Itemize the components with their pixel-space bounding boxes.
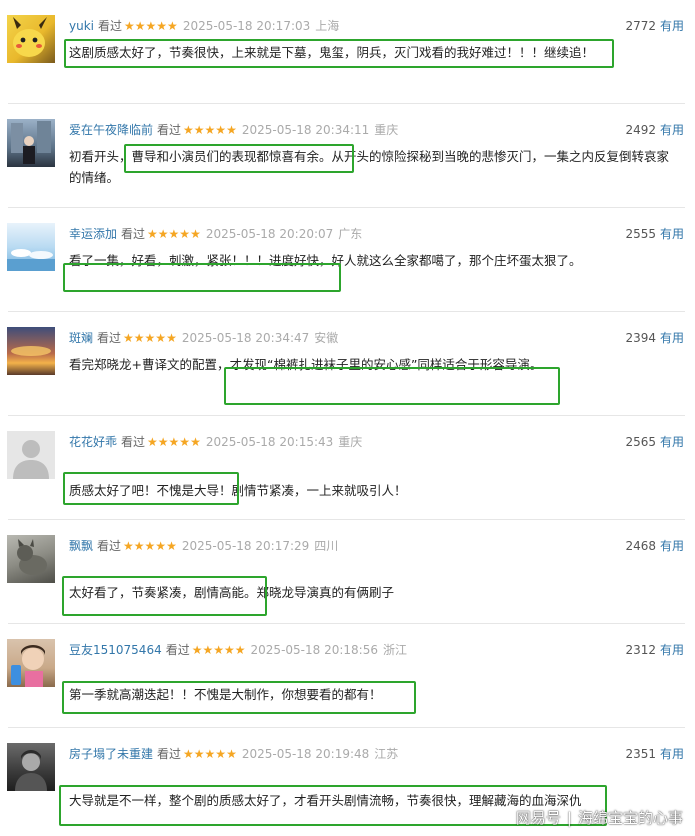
username-link[interactable]: 房子塌了未重建 [69, 747, 153, 761]
username-link[interactable]: 花花好乖 [69, 435, 117, 449]
comment-time: 2025-05-18 20:34:11 [241, 123, 370, 137]
avatar[interactable] [7, 15, 55, 63]
rating-stars: ★★★★★ [123, 331, 177, 345]
comment-time: 2025-05-18 20:20:07 [205, 227, 334, 241]
comment-item: 爱在午夜降临前 看过 ★★★★★ 2025-05-18 20:34:11 重庆 2492… [0, 104, 695, 208]
avatar[interactable] [7, 119, 55, 167]
vote-count: 2394 [625, 331, 656, 345]
watched-status: 看过 [157, 123, 182, 137]
watched-status: 看过 [97, 331, 122, 345]
watched-status: 看过 [97, 539, 122, 553]
avatar[interactable] [7, 743, 55, 791]
useful-votes: 2492 有用 [625, 121, 684, 139]
avatar[interactable] [7, 431, 55, 479]
comment-meta: 斑斓 看过 ★★★★★ 2025-05-18 20:34:47 安徽 [69, 329, 338, 347]
highlight-box [64, 39, 614, 68]
comment-time: 2025-05-18 20:15:43 [205, 435, 334, 449]
useful-votes: 2565 有用 [625, 433, 684, 451]
vote-count: 2468 [625, 539, 656, 553]
useful-button[interactable]: 有用 [660, 227, 684, 241]
comment-item: 飘飘 看过 ★★★★★ 2025-05-18 20:17:29 四川 2468 有用 太好… [0, 520, 695, 624]
username-link[interactable]: 飘飘 [69, 539, 93, 553]
useful-button[interactable]: 有用 [660, 747, 684, 761]
comment-location: 上海 [315, 19, 340, 33]
vote-count: 2312 [625, 643, 656, 657]
comment-location: 江苏 [374, 747, 399, 761]
comment-time: 2025-05-18 20:17:29 [181, 539, 310, 553]
highlight-box [62, 681, 416, 714]
rating-stars: ★★★★★ [191, 643, 246, 657]
avatar[interactable] [7, 327, 55, 375]
comment-time: 2025-05-18 20:17:03 [182, 19, 311, 33]
avatar[interactable] [7, 535, 55, 583]
useful-button[interactable]: 有用 [660, 123, 684, 137]
comment-meta: 幸运添加 看过 ★★★★★ 2025-05-18 20:20:07 广东 [69, 225, 362, 243]
comment-location: 浙江 [382, 643, 407, 657]
username-link[interactable]: 爱在午夜降临前 [69, 123, 153, 137]
useful-button[interactable]: 有用 [660, 19, 684, 33]
watched-status: 看过 [157, 747, 182, 761]
highlight-box [224, 367, 560, 405]
vote-count: 2565 [625, 435, 656, 449]
useful-button[interactable]: 有用 [660, 643, 684, 657]
rating-stars: ★★★★★ [183, 747, 237, 761]
username-link[interactable]: 幸运添加 [69, 227, 117, 241]
comment-meta: 花花好乖 看过 ★★★★★ 2025-05-18 20:15:43 重庆 [69, 433, 362, 451]
comment-meta: 爱在午夜降临前 看过 ★★★★★ 2025-05-18 20:34:11 重庆 [69, 121, 398, 139]
watched-status: 看过 [165, 643, 190, 657]
comment-item: yuki 看过 ★★★★★ 2025-05-18 20:17:03 上海 2772 有用 … [0, 0, 695, 104]
vote-count: 2772 [625, 19, 656, 33]
comment-meta: 飘飘 看过 ★★★★★ 2025-05-18 20:17:29 四川 [69, 537, 338, 555]
highlight-box [63, 472, 239, 505]
vote-count: 2351 [625, 747, 656, 761]
rating-stars: ★★★★★ [123, 539, 177, 553]
comment-meta: 房子塌了未重建 看过 ★★★★★ 2025-05-18 20:19:48 江苏 [69, 745, 398, 763]
comment-location: 广东 [338, 227, 363, 241]
comment-item: 幸运添加 看过 ★★★★★ 2025-05-18 20:20:07 广东 2555 有用 … [0, 208, 695, 312]
watched-status: 看过 [121, 435, 146, 449]
watermark-platform: 网易号 [515, 809, 561, 827]
comment-item: 豆友151075464 看过 ★★★★★ 2025-05-18 20:18:56 浙江 … [0, 624, 695, 728]
useful-votes: 2555 有用 [625, 225, 684, 243]
useful-votes: 2772 有用 [625, 17, 684, 35]
useful-button[interactable]: 有用 [660, 539, 684, 553]
rating-stars: ★★★★★ [183, 123, 237, 137]
rating-stars: ★★★★★ [147, 435, 201, 449]
username-link[interactable]: 豆友151075464 [69, 643, 162, 657]
comment-item: 花花好乖 看过 ★★★★★ 2025-05-18 20:15:43 重庆 2565 有用 … [0, 416, 695, 520]
avatar[interactable] [7, 639, 55, 687]
username-link[interactable]: 斑斓 [69, 331, 93, 345]
comment-time: 2025-05-18 20:34:47 [181, 331, 310, 345]
comment-location: 重庆 [338, 435, 363, 449]
watermark-separator: | [566, 809, 572, 827]
watermark-author: 海绵宝宝的心事 [577, 809, 683, 827]
rating-stars: ★★★★★ [124, 19, 178, 33]
rating-stars: ★★★★★ [147, 227, 201, 241]
comment-meta: 豆友151075464 看过 ★★★★★ 2025-05-18 20:18:56 浙江 [69, 641, 407, 659]
useful-button[interactable]: 有用 [660, 435, 684, 449]
useful-button[interactable]: 有用 [660, 331, 684, 345]
watermark: 网易号 | 海绵宝宝的心事 [516, 807, 683, 828]
useful-votes: 2394 有用 [625, 329, 684, 347]
comment-location: 重庆 [374, 123, 399, 137]
highlight-box [63, 263, 341, 292]
comment-meta: yuki 看过 ★★★★★ 2025-05-18 20:17:03 上海 [69, 17, 339, 35]
useful-votes: 2468 有用 [625, 537, 684, 555]
comment-item: 斑斓 看过 ★★★★★ 2025-05-18 20:34:47 安徽 2394 有用 看完… [0, 312, 695, 416]
highlight-box [62, 576, 267, 616]
useful-votes: 2351 有用 [625, 745, 684, 763]
useful-votes: 2312 有用 [625, 641, 684, 659]
comment-location: 安徽 [314, 331, 339, 345]
watched-status: 看过 [121, 227, 146, 241]
highlight-box [124, 144, 354, 173]
comment-location: 四川 [314, 539, 339, 553]
username-link[interactable]: yuki [69, 19, 94, 33]
vote-count: 2492 [625, 123, 656, 137]
vote-count: 2555 [625, 227, 656, 241]
comment-time: 2025-05-18 20:18:56 [250, 643, 378, 657]
avatar[interactable] [7, 223, 55, 271]
watched-status: 看过 [98, 19, 123, 33]
comment-time: 2025-05-18 20:19:48 [241, 747, 370, 761]
